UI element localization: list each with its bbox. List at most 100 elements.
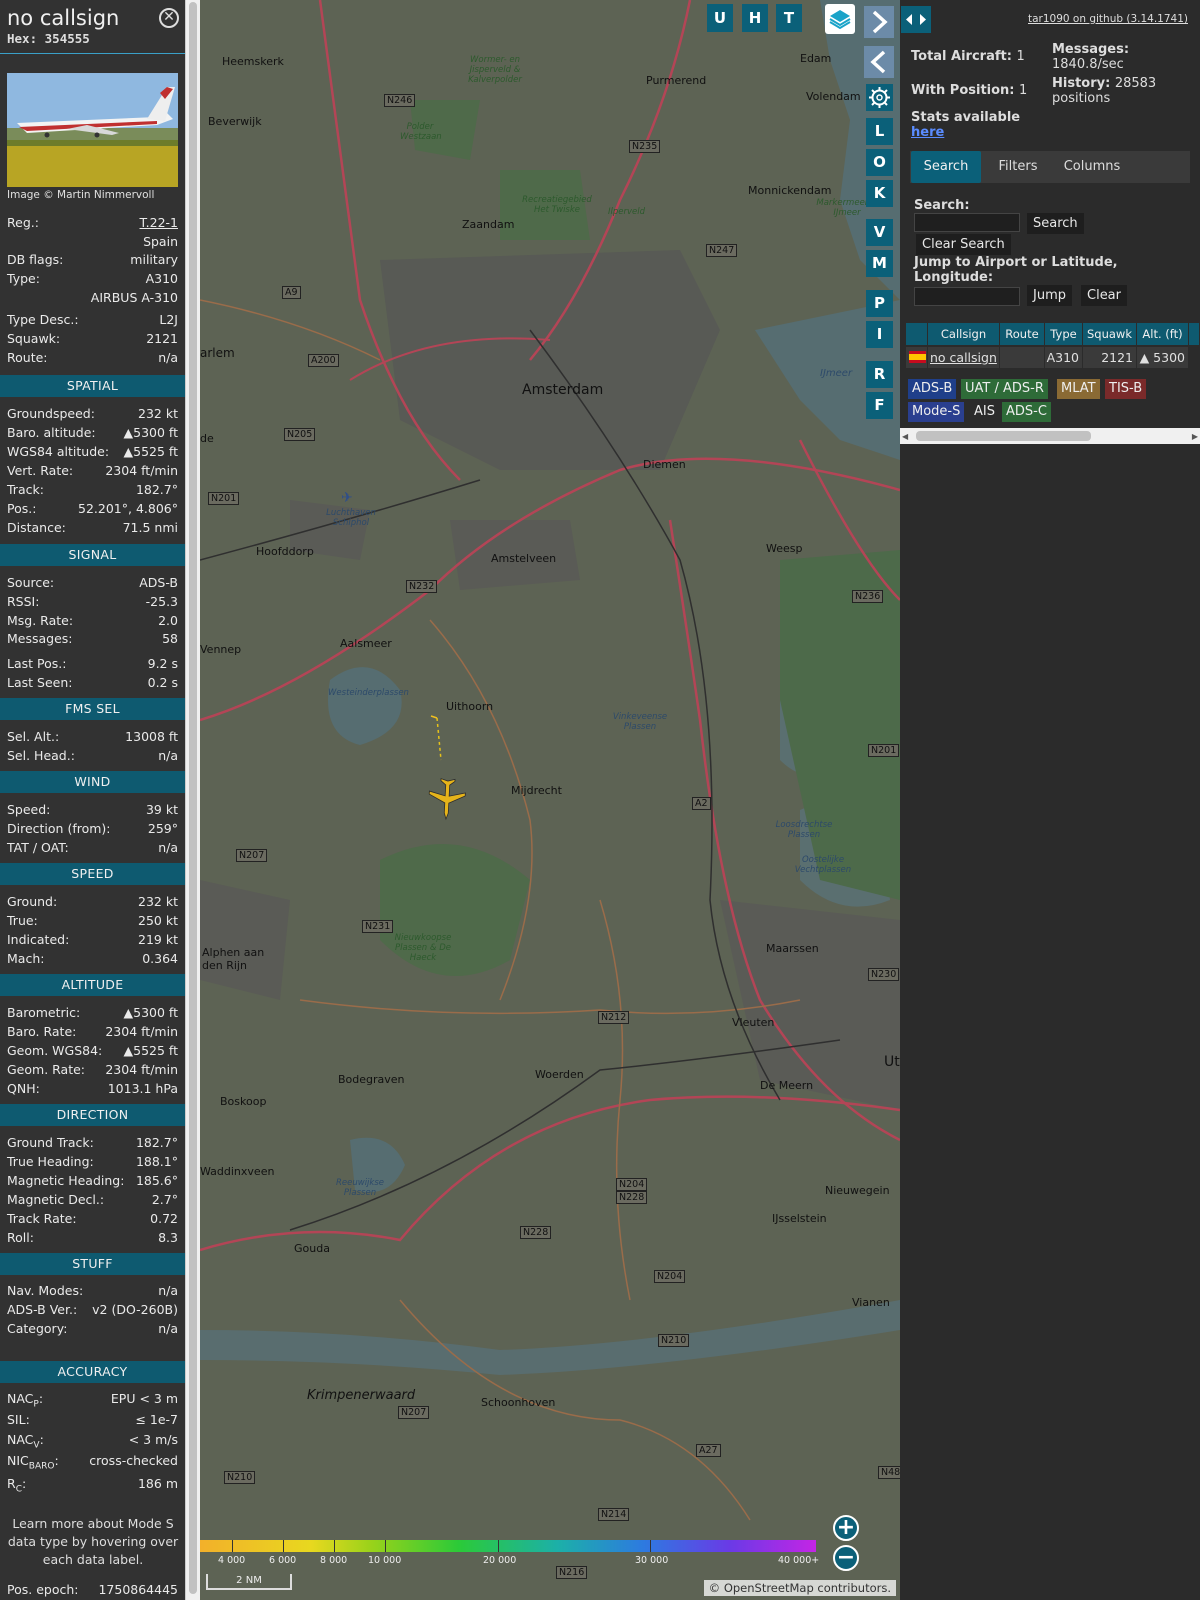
nav-modes-label: Nav. Modes: [7, 1283, 84, 1298]
button-f[interactable]: F [866, 392, 893, 419]
messages-rate-label: Messages: [1052, 42, 1130, 57]
jump-button[interactable]: Jump [1027, 285, 1072, 306]
adsb-ver-label: ADS-B Ver.: [7, 1302, 78, 1317]
hex-value: 354555 [44, 31, 90, 46]
reg-link[interactable]: T.22-1 [140, 213, 179, 232]
aircraft-marker-icon[interactable] [427, 777, 467, 825]
place-label: Weesp [766, 542, 803, 555]
table-header-squawk[interactable]: Squawk [1083, 323, 1137, 345]
table-header-type[interactable]: Type [1045, 323, 1083, 345]
aircraft-photo[interactable] [7, 73, 178, 187]
map-view[interactable]: Heemskerk Beverwijk Wormer- en Jispervel… [200, 0, 900, 1600]
table-scrollbar-thumb[interactable] [916, 431, 1091, 441]
track-rate-row: Track Rate: 0.72 [7, 1209, 178, 1228]
type-label: Type: [7, 271, 40, 286]
flag-cell [906, 347, 928, 368]
baro-rate-label: Baro. Rate: [7, 1024, 77, 1039]
tab-filters[interactable]: Filters [986, 151, 1050, 183]
place-label: Amsterdam [522, 382, 604, 398]
tab-search[interactable]: Search [911, 151, 981, 183]
place-label: Oostelijke Vechtplassen [794, 855, 852, 875]
button-v[interactable]: V [866, 219, 893, 246]
wgs84-label: WGS84 altitude: [7, 444, 110, 459]
search-button[interactable]: Search [1027, 213, 1084, 234]
baro-alt-label: Baro. altitude: [7, 425, 96, 440]
colorbar-label: 30 000 [635, 1555, 669, 1566]
info-scrollbar-thumb[interactable] [189, 2, 197, 1594]
squawk-cell: 2121 [1083, 347, 1137, 368]
table-header-route[interactable]: Route [1000, 323, 1045, 345]
baro-alt-value: ▲5300 ft [123, 425, 178, 440]
clear-search-button[interactable]: Clear Search [916, 234, 1011, 255]
wgs84-row: WGS84 altitude: ▲5525 ft [7, 442, 178, 461]
barometric-value: ▲5300 ft [123, 1005, 178, 1020]
true-heading-row: True Heading: 188.1° [7, 1152, 178, 1171]
altitude-colorbar [200, 1540, 816, 1552]
mag-heading-value: 185.6° [135, 1173, 178, 1188]
layers-icon [829, 10, 851, 30]
table-horizontal-scrollbar[interactable]: ◀ ▶ [900, 428, 1200, 444]
toggle-sidebar-button[interactable] [901, 6, 931, 33]
table-header-altitude[interactable]: Alt. (ft) [1137, 323, 1189, 345]
osm-link[interactable]: OpenStreetMap [724, 1581, 814, 1595]
section-stuff: STUFF [0, 1253, 185, 1275]
zoom-out-button[interactable]: − [833, 1545, 859, 1571]
colorbar-tick [283, 1540, 284, 1552]
button-m[interactable]: M [866, 250, 893, 277]
button-r[interactable]: R [866, 361, 893, 388]
ground-track-value: 182.7° [135, 1135, 178, 1150]
layers-button[interactable] [825, 4, 855, 34]
search-input[interactable] [914, 213, 1020, 232]
rssi-label: RSSI: [7, 594, 40, 609]
road-badge: N210 [224, 1471, 256, 1484]
callsign-cell[interactable]: no callsign [928, 347, 1000, 368]
pos-value: 52.201°, 4.806° [78, 501, 178, 516]
expand-sidebar-button[interactable] [864, 6, 894, 38]
mag-decl-value: 2.7° [151, 1192, 178, 1207]
road-badge: N228 [616, 1191, 648, 1204]
rssi-value: -25.3 [145, 594, 178, 609]
distance-value: 71.5 nmi [122, 520, 178, 535]
tab-columns[interactable]: Columns [1054, 151, 1130, 183]
colorbar-tick [385, 1540, 386, 1552]
history-label: History: [1052, 76, 1111, 91]
category-value: n/a [158, 1321, 178, 1336]
colorbar-tick [650, 1540, 651, 1552]
button-o[interactable]: O [866, 149, 893, 176]
mag-heading-label: Magnetic Heading: [7, 1173, 125, 1188]
aircraft-marker-svg [428, 778, 466, 821]
stats-link[interactable]: here [911, 125, 1020, 140]
collapse-sidebar-button[interactable] [864, 46, 894, 78]
zoom-in-button[interactable]: + [833, 1515, 859, 1541]
colorbar-label: 20 000 [483, 1555, 517, 1566]
button-u[interactable]: U [707, 4, 733, 32]
nicbaro-label-text: NIC [7, 1453, 29, 1468]
total-aircraft: Total Aircraft: 1 [911, 49, 1025, 64]
close-icon[interactable]: ✕ [159, 8, 179, 28]
table-header-callsign[interactable]: Callsign [928, 323, 1000, 345]
road-badge: A27 [696, 1444, 721, 1457]
settings-button[interactable] [866, 84, 893, 111]
info-scrollbar[interactable] [185, 0, 200, 1600]
msg-rate-row: Msg. Rate: 2.0 [7, 611, 178, 630]
place-label: Recreatiegebied Het Twiske [522, 195, 592, 215]
qnh-label: QNH: [7, 1081, 40, 1096]
button-t[interactable]: T [776, 4, 802, 32]
github-link[interactable]: tar1090 on github (3.14.1741) [1028, 13, 1188, 25]
clear-button[interactable]: Clear [1081, 285, 1127, 306]
colorbar-tick [498, 1540, 499, 1552]
button-h[interactable]: H [742, 4, 768, 32]
indicated-row: Indicated: 219 kt [7, 930, 178, 949]
scroll-right-icon[interactable]: ▶ [1192, 432, 1198, 441]
place-label: Waddinxveen [200, 1165, 275, 1178]
pos-epoch-label: Pos. epoch: [7, 1582, 79, 1597]
button-p[interactable]: P [866, 290, 893, 317]
rssi-row: RSSI: -25.3 [7, 592, 178, 611]
button-k[interactable]: K [866, 180, 893, 207]
place-label: Wormer- en Jisperveld & Kalverpolder [468, 55, 522, 85]
scroll-left-icon[interactable]: ◀ [902, 432, 908, 441]
road-badge: A200 [308, 354, 339, 367]
button-i[interactable]: I [866, 321, 893, 348]
button-l[interactable]: L [866, 118, 893, 145]
jump-input[interactable] [914, 287, 1020, 306]
